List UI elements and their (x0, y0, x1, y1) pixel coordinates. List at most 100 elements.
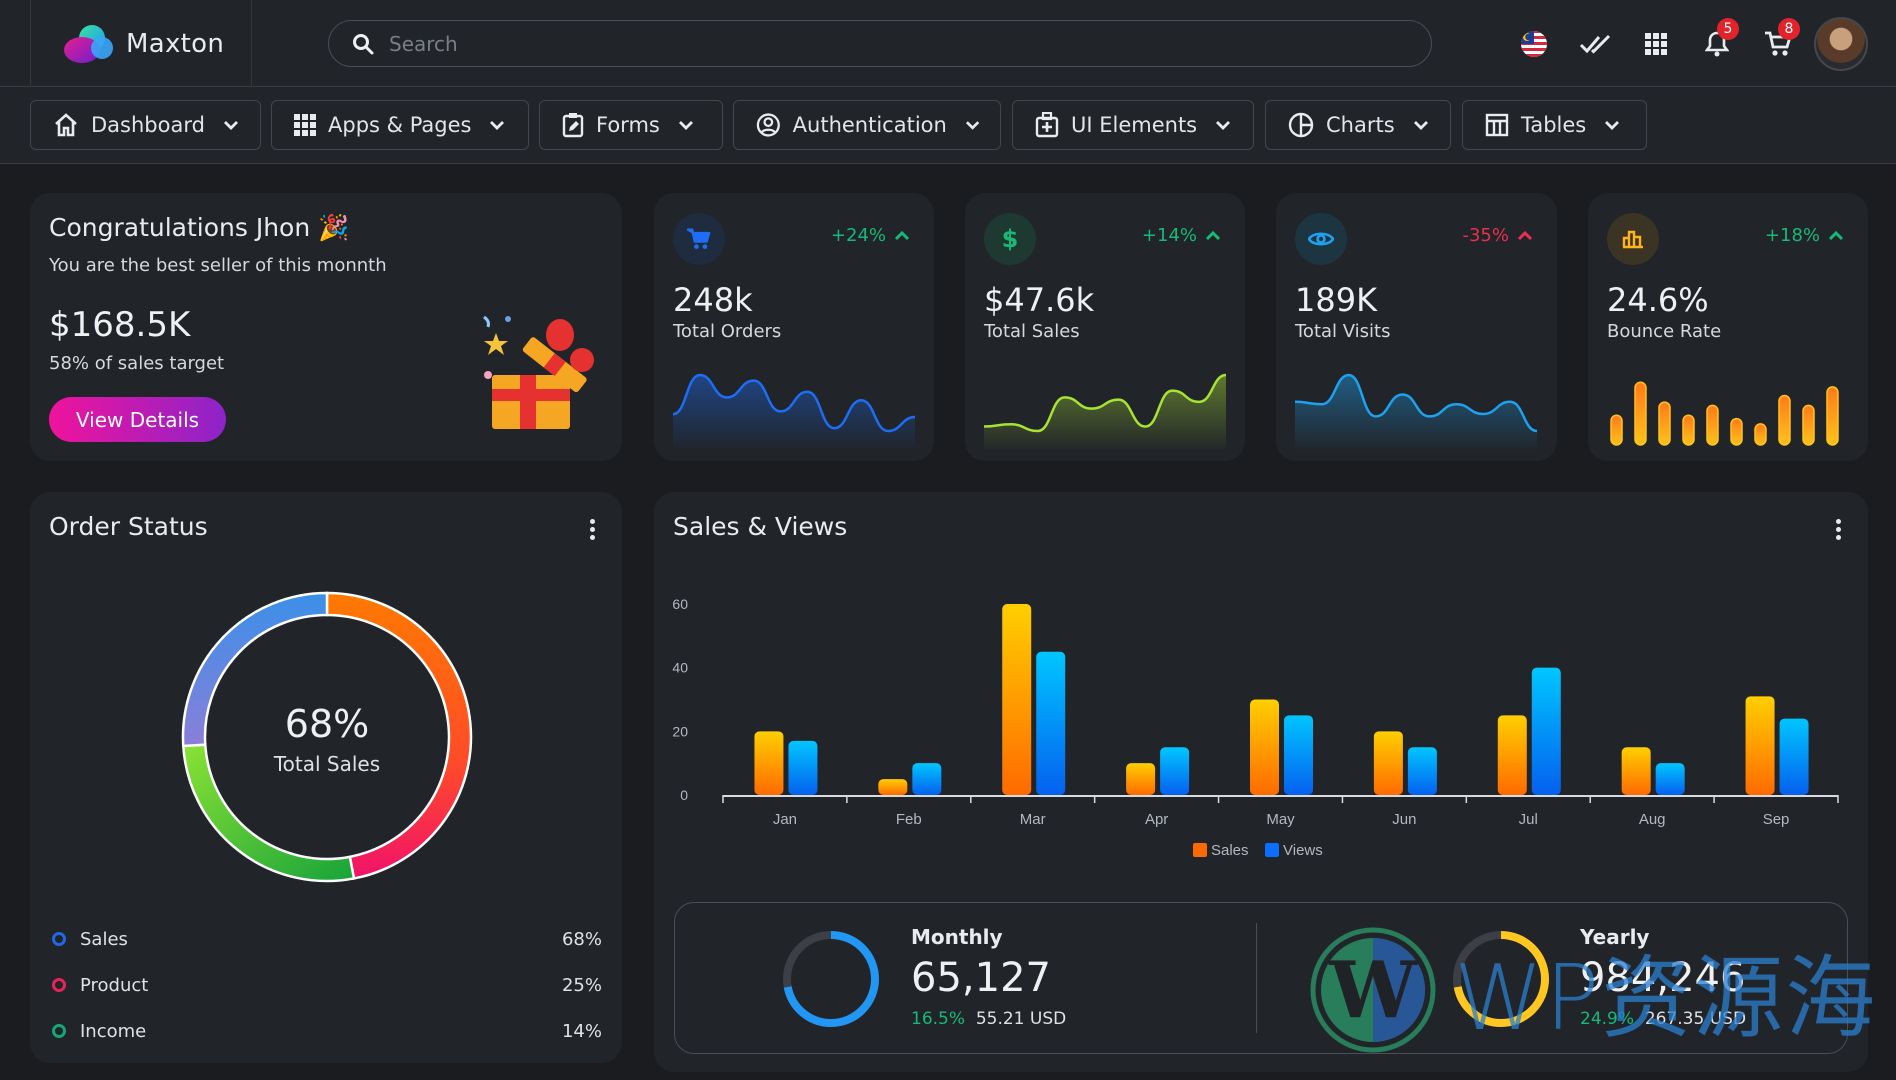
nav-charts[interactable]: Charts (1265, 100, 1451, 150)
legend-label[interactable]: Sales (1211, 842, 1249, 859)
nav-label: Authentication (792, 113, 947, 137)
bar-sales (1126, 763, 1156, 795)
home-icon (55, 113, 77, 137)
x-tick-label: Apr (1145, 811, 1168, 828)
stat-label: Total Sales (984, 321, 1080, 342)
sparkline-area (1295, 375, 1537, 449)
sales-sparkline (984, 373, 1226, 449)
clipboard-edit-icon (562, 113, 584, 138)
chevron-down-icon (490, 121, 505, 130)
stat-value: 248k (673, 281, 753, 319)
stat-label: Total Orders (673, 321, 782, 342)
gift-illustration (483, 315, 594, 429)
legend-label[interactable]: Views (1283, 842, 1323, 859)
search-input[interactable] (389, 31, 1289, 56)
cart-button[interactable]: 8 (1747, 14, 1808, 74)
user-circle-icon (756, 113, 780, 137)
notifications-badge: 5 (1717, 17, 1739, 40)
stat-card-sales: $ +14% $47.6k Total Sales (965, 193, 1245, 461)
x-tick-label: Sep (1763, 811, 1790, 828)
welcome-subtitle: You are the best seller of this monnth (49, 255, 387, 276)
bounce-bar (1682, 414, 1695, 446)
cart-badge: 8 (1778, 17, 1800, 40)
bar-sales (1497, 715, 1527, 795)
nav-tables[interactable]: Tables (1462, 100, 1647, 150)
welcome-card: Congratulations Jhon 🎉 You are the best … (30, 193, 622, 461)
search-bar[interactable] (328, 20, 1432, 67)
bounce-bar (1730, 417, 1743, 446)
orders-sparkline (673, 373, 915, 449)
medical-bag-icon (1035, 112, 1059, 138)
bar-views (1779, 718, 1809, 795)
view-details-button[interactable]: View Details (49, 397, 226, 442)
y-tick-label: 20 (672, 723, 688, 739)
donut-center-label: Total Sales (273, 752, 381, 776)
user-avatar[interactable] (1814, 16, 1868, 71)
bar-views (1407, 747, 1437, 795)
summary-divider (1256, 923, 1257, 1033)
monthly-progress-ring (783, 931, 879, 1027)
stat-card-visits: -35% 189K Total Visits (1276, 193, 1557, 461)
welcome-amount: $168.5K (49, 305, 191, 345)
stat-change: -35% (1462, 225, 1533, 246)
bar-sales (1373, 731, 1403, 795)
nav-apps-pages[interactable]: Apps & Pages (271, 100, 529, 150)
bounce-bar (1706, 404, 1719, 446)
mark-all-read-button[interactable] (1564, 14, 1625, 74)
x-tick-label: Mar (1020, 811, 1046, 828)
double-check-icon (1579, 34, 1610, 54)
nav-ui-elements[interactable]: UI Elements (1012, 100, 1254, 150)
stat-change-value: -35% (1462, 225, 1509, 246)
legend-row-sales: Sales 68% (52, 924, 602, 954)
stat-icon-wrap (1607, 213, 1659, 265)
nav-label: Charts (1326, 113, 1395, 137)
nav-authentication[interactable]: Authentication (733, 100, 1001, 150)
legend-dot-icon (52, 932, 66, 946)
nav-label: Apps & Pages (328, 113, 472, 137)
bar-views (912, 763, 942, 795)
order-status-menu-button[interactable] (582, 514, 602, 544)
apps-grid-icon (1644, 32, 1667, 55)
yearly-progress-ring (1453, 931, 1549, 1027)
top-header: Maxton 5 (0, 0, 1896, 87)
legend-dot-icon (52, 1024, 66, 1038)
chevron-down-icon (223, 121, 238, 130)
bar-views (1284, 715, 1313, 795)
flag-icon (1520, 30, 1547, 57)
brand[interactable]: Maxton (30, 0, 252, 87)
legend-dot-icon (52, 978, 66, 992)
stat-change-value: +18% (1764, 225, 1820, 246)
bounce-bar (1610, 414, 1623, 446)
stat-change: +18% (1765, 225, 1844, 246)
pie-chart-icon (1288, 112, 1314, 138)
nav-label: UI Elements (1071, 113, 1198, 137)
bar-views (1160, 747, 1190, 795)
legend-swatch (1193, 843, 1207, 857)
visits-sparkline (1295, 373, 1537, 449)
stat-change: +14% (1142, 225, 1221, 246)
chevron-down-icon (1605, 121, 1620, 130)
stat-label: Total Visits (1295, 321, 1391, 342)
language-button[interactable] (1503, 14, 1564, 74)
bar-sales (1745, 696, 1775, 795)
bar-chart-icon (1622, 230, 1643, 249)
apps-button[interactable] (1625, 14, 1686, 74)
x-tick-label: Aug (1639, 811, 1666, 828)
welcome-title: Congratulations Jhon 🎉 (49, 213, 350, 242)
legend-label: Income (80, 1020, 147, 1042)
bounce-bar (1778, 394, 1791, 446)
sales-views-card: Sales & Views 0 20 40 60 Jan Feb Mar Apr May Jun J… (654, 492, 1868, 1072)
legend-value: 14% (561, 1020, 602, 1042)
sales-summary-box: Monthly 65,127 16.5% 55.21 USD Yearly 98… (674, 902, 1848, 1054)
nav-dashboard[interactable]: Dashboard (30, 100, 261, 150)
grid-icon (294, 114, 316, 136)
notifications-button[interactable]: 5 (1686, 14, 1747, 74)
yearly-value: 984,246 (1580, 955, 1746, 1001)
legend-label: Sales (80, 928, 128, 950)
bar-sales (1002, 604, 1032, 795)
dollar-icon: $ (1001, 225, 1019, 253)
stat-value: 24.6% (1607, 281, 1709, 319)
nav-forms[interactable]: Forms (539, 100, 723, 150)
yearly-label: Yearly (1580, 925, 1650, 949)
bar-sales (878, 779, 908, 795)
